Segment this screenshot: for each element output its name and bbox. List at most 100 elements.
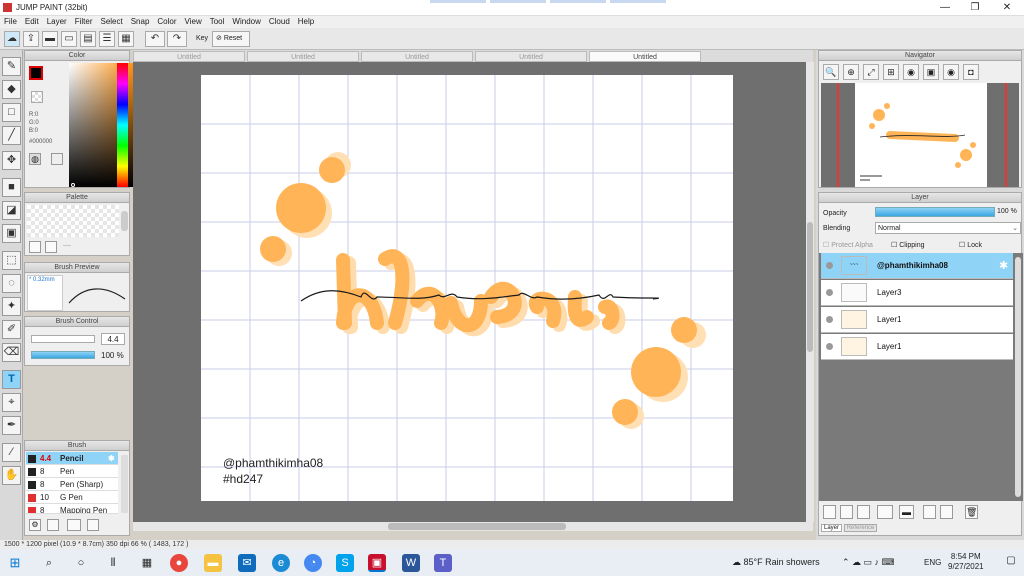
cloud-icon[interactable]: ☁ (4, 31, 20, 47)
menu-edit[interactable]: Edit (21, 16, 43, 28)
actual-size-icon[interactable]: ⊞ (883, 64, 899, 80)
menu-select[interactable]: Select (96, 16, 126, 28)
brush-item-mapping-pen[interactable]: 8 Mapping Pen (26, 504, 118, 514)
rectangle-tool-icon[interactable]: □ (2, 103, 21, 122)
widgets-icon[interactable]: ⫴ (104, 554, 122, 572)
drawing-canvas[interactable]: @phamthikimha08 #hd247 (201, 75, 733, 501)
color-picker-area[interactable] (69, 63, 139, 187)
lasso-tool-icon[interactable]: ◌ (2, 274, 21, 293)
layer-scrollbar[interactable] (1015, 257, 1021, 497)
select-pen-tool-icon[interactable]: ✐ (2, 320, 21, 339)
color-wheel-icon[interactable]: ◍ (29, 153, 41, 165)
tab-untitled-active[interactable]: Untitled (589, 51, 701, 62)
brush-folder-icon[interactable] (67, 519, 81, 531)
brush-settings-icon[interactable]: ⚙ (29, 519, 41, 531)
zoom-out-icon[interactable]: 🔍 (823, 64, 839, 80)
brush-scrollbar[interactable] (121, 455, 128, 513)
language-indicator[interactable]: ENG (924, 558, 941, 567)
gear-icon[interactable]: ✱ (108, 452, 115, 465)
lock-checkbox[interactable]: ☐ Lock (959, 241, 982, 249)
hue-slider[interactable] (117, 63, 128, 187)
move-tool-icon[interactable]: ✥ (2, 151, 21, 170)
color-mode-icon[interactable] (51, 153, 63, 165)
notification-icon[interactable]: ▢ (1004, 555, 1018, 569)
upload-icon[interactable]: ⇪ (23, 31, 39, 47)
menu-view[interactable]: View (181, 16, 206, 28)
new-layer-copy-icon[interactable] (840, 505, 853, 519)
transparent-swatch[interactable] (31, 91, 43, 103)
rotate-right-icon[interactable]: ◉ (943, 64, 959, 80)
brush-item-pen[interactable]: 8 Pen (26, 465, 118, 478)
palette-scrollbar[interactable] (121, 211, 128, 231)
reset-button[interactable]: ⊘ Reset (212, 31, 250, 47)
vertical-scrollbar[interactable] (806, 62, 814, 522)
menu-filter[interactable]: Filter (71, 16, 97, 28)
open-folder-icon[interactable]: ▬ (42, 31, 58, 47)
rotate-reset-icon[interactable]: ▣ (923, 64, 939, 80)
menu-file[interactable]: File (0, 16, 21, 28)
new-palette-icon[interactable] (29, 241, 41, 253)
tab-reference[interactable]: Reference (843, 524, 878, 532)
menu-window[interactable]: Window (228, 16, 264, 28)
menu-layer[interactable]: Layer (43, 16, 71, 28)
layer-row-layer3[interactable]: Layer3 (821, 280, 1013, 306)
teams-icon[interactable]: T (434, 554, 452, 572)
menu-cloud[interactable]: Cloud (265, 16, 294, 28)
pencil-tool-icon[interactable]: ✎ (2, 57, 21, 76)
chrome-icon[interactable]: ● (170, 554, 188, 572)
duplicate-layer-icon[interactable] (923, 505, 936, 519)
maximize-button[interactable]: ❐ (960, 1, 990, 15)
menu-color[interactable]: Color (153, 16, 180, 28)
rotate-left-icon[interactable]: ◉ (903, 64, 919, 80)
file-explorer-icon[interactable]: ▬ (204, 554, 222, 572)
foreground-color-swatch[interactable] (29, 66, 43, 80)
flip-icon[interactable]: ◘ (963, 64, 979, 80)
tab-untitled-2[interactable]: Untitled (247, 51, 359, 62)
add-brush-icon[interactable] (47, 519, 59, 531)
visibility-icon[interactable] (826, 316, 833, 323)
magic-wand-tool-icon[interactable]: ✦ (2, 297, 21, 316)
brush-item-pen-sharp[interactable]: 8 Pen (Sharp) (26, 478, 118, 491)
horizontal-scrollbar[interactable] (133, 522, 813, 531)
clock[interactable]: 8:54 PM 9/27/2021 (948, 552, 984, 572)
trash-icon[interactable]: 🗑 (965, 505, 978, 519)
tab-layer[interactable]: Layer (821, 524, 843, 532)
brush-size-slider[interactable] (31, 335, 95, 343)
tab-untitled-4[interactable]: Untitled (475, 51, 587, 62)
visibility-icon[interactable] (826, 262, 833, 269)
eyedropper-tool-icon[interactable]: ⁄ (2, 443, 21, 462)
document-icon[interactable]: ▤ (80, 31, 96, 47)
menu-help[interactable]: Help (294, 16, 318, 28)
system-tray-icons[interactable]: ⌃ ☁ ▭ ♪ ⌨ (842, 557, 895, 568)
hand-tool-icon[interactable]: ✋ (2, 466, 21, 485)
text-tool-icon[interactable]: T (2, 370, 21, 389)
line-tool-icon[interactable]: ╱ (2, 126, 21, 145)
clipping-checkbox[interactable]: ☐ Clipping (891, 241, 925, 249)
new-text-layer-icon[interactable] (857, 505, 870, 519)
select-rect-tool-icon[interactable]: ⬚ (2, 251, 21, 270)
layer-row-layer1-b[interactable]: Layer1 (821, 334, 1013, 360)
word-icon[interactable]: W (402, 554, 420, 572)
delete-palette-icon[interactable] (45, 241, 57, 253)
messenger-icon[interactable]: ◔ (304, 554, 322, 572)
blending-select[interactable]: Normal ⌄ (875, 222, 1021, 234)
eraser-tool-icon[interactable]: ◆ (2, 80, 21, 99)
minimize-button[interactable]: — (930, 1, 960, 15)
brush-opacity-slider[interactable] (31, 351, 95, 359)
undo-icon[interactable]: ↶ (145, 31, 165, 47)
palette-swatches[interactable] (27, 205, 119, 237)
list-icon[interactable]: ☰ (99, 31, 115, 47)
grid-icon[interactable]: ▦ (118, 31, 134, 47)
tab-untitled-3[interactable]: Untitled (361, 51, 473, 62)
folder-icon[interactable]: ▬ (899, 505, 914, 519)
menu-snap[interactable]: Snap (127, 16, 154, 28)
brush-item-g-pen[interactable]: 10 G Pen (26, 491, 118, 504)
operation-tool-icon[interactable]: ⌖ (2, 393, 21, 412)
layer-row-layer1-a[interactable]: Layer1 (821, 307, 1013, 333)
layer-opacity-slider[interactable] (875, 207, 995, 217)
layer-type-dropdown[interactable] (877, 505, 893, 519)
dropper-pen-tool-icon[interactable]: ✒ (2, 416, 21, 435)
windows-start-icon[interactable]: ⊞ (6, 554, 24, 572)
gear-icon[interactable]: ✱ (999, 259, 1008, 272)
layer-row-text[interactable]: ~~~ @phamthikimha08 ✱ (821, 253, 1013, 279)
